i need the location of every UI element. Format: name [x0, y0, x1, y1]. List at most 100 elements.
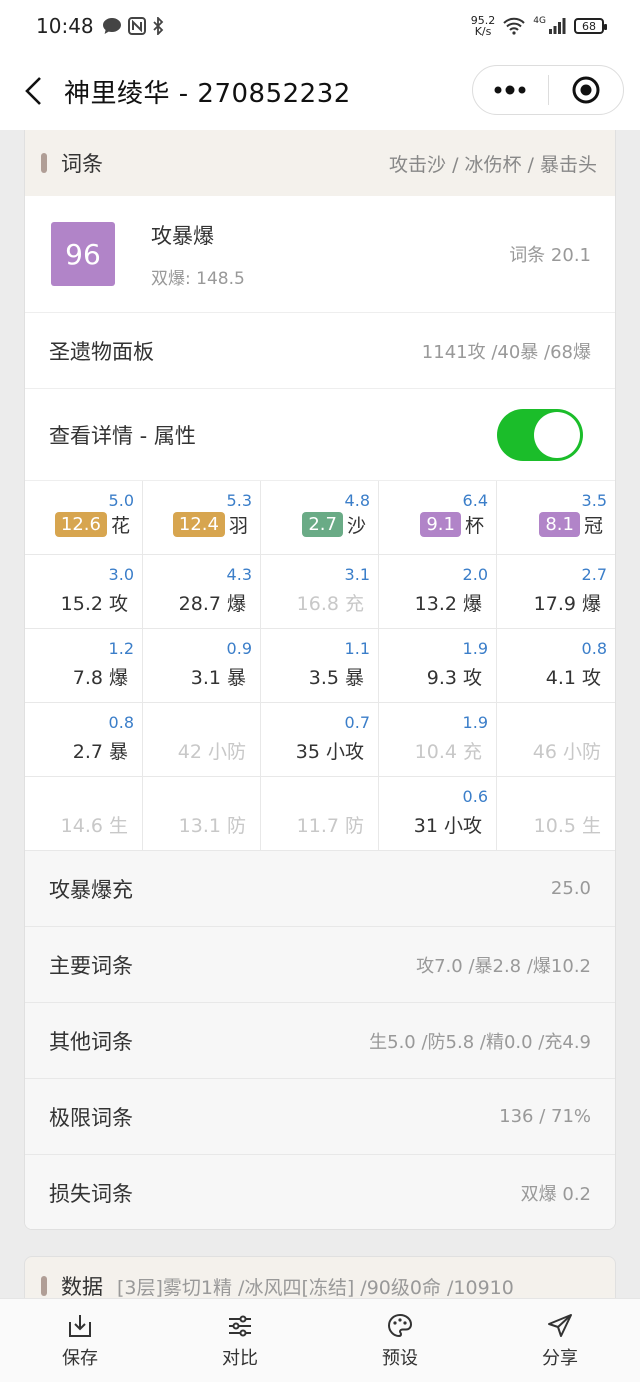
substat-value: 42 小防: [177, 741, 246, 763]
detail-toggle[interactable]: [497, 408, 583, 461]
artifact-piece-cell: 4.8 2.7 沙: [261, 481, 379, 555]
send-icon: [548, 1313, 572, 1337]
tab-label: 保存: [62, 1347, 98, 1369]
substat-cell: 2.7 17.9 爆: [497, 555, 615, 629]
substat-score: 0.9: [226, 639, 252, 658]
stat-value: 25.0: [550, 878, 591, 899]
substat-score: 1.9: [462, 639, 488, 658]
piece-label: 羽: [228, 515, 248, 537]
wifi-icon: [503, 17, 526, 35]
score-badge: 96: [51, 222, 115, 286]
piece-score-chip: 9.1: [420, 512, 461, 537]
piece-value: 2.7 沙: [302, 511, 366, 538]
substat-score: 0.8: [581, 639, 607, 658]
section-accent-bar: [41, 1276, 47, 1296]
chevron-left-icon: [25, 77, 41, 105]
substat-cell: 1.2 7.8 爆: [25, 629, 143, 703]
close-miniapp-button[interactable]: [549, 75, 624, 105]
substat-value: 15.2 攻: [60, 593, 128, 615]
substat-cell: 3.1 16.8 充: [261, 555, 379, 629]
substat-score: 1.9: [462, 713, 488, 732]
substat-cell: 42 小防: [143, 703, 261, 777]
substat-score: 3.1: [344, 565, 370, 584]
tab-save[interactable]: 保存: [0, 1299, 160, 1382]
substat-value: 13.2 爆: [414, 593, 482, 615]
substat-cell: 3.0 15.2 攻: [25, 555, 143, 629]
substat-cell: 14.6 生: [25, 777, 143, 851]
back-button[interactable]: [4, 52, 64, 130]
substat-score: 3.0: [108, 565, 134, 584]
substat-value: 2.7 暴: [72, 741, 128, 763]
score-name: 攻暴爆: [151, 223, 214, 248]
substat-score: 6.4: [462, 491, 488, 510]
status-time: 10:48: [36, 14, 94, 38]
piece-label: 沙: [346, 515, 366, 537]
battery-icon: 68: [574, 18, 607, 34]
panel-value: 1141攻 /40暴 /68爆: [421, 341, 591, 363]
substat-value: 14.6 生: [60, 815, 128, 837]
section-title: 词条: [61, 152, 103, 176]
substat-cell: 10.5 生: [497, 777, 615, 851]
stat-label: 主要词条: [49, 953, 133, 978]
substat-value: 9.3 攻: [426, 667, 482, 689]
tab-share[interactable]: 分享: [480, 1299, 640, 1382]
substat-score: 0.6: [462, 787, 488, 806]
substat-cell: 13.1 防: [143, 777, 261, 851]
score-sub: 双爆: 148.5: [151, 268, 245, 289]
substat-value: 10.5 生: [533, 815, 601, 837]
stat-value: 生5.0 /防5.8 /精0.0 /充4.9: [369, 1031, 591, 1053]
substat-value: 4.1 攻: [545, 667, 601, 689]
piece-value: 12.6 花: [54, 511, 130, 538]
substat-cell: 1.9 9.3 攻: [379, 629, 497, 703]
substat-cell: 0.8 2.7 暴: [25, 703, 143, 777]
substat-cell: 0.7 35 小攻: [261, 703, 379, 777]
stat-value: 136 / 71%: [499, 1106, 591, 1127]
substat-score: 0.8: [108, 713, 134, 732]
chat-bubble-icon: [102, 18, 121, 34]
status-bar: 10:48 95.2 K/s 4G 68: [0, 0, 640, 52]
piece-score-chip: 12.4: [172, 512, 225, 537]
substat-grid: 5.0 12.6 花 5.3 12.4 羽 4.8 2.7 沙 6.4 9.1 杯 3.5 8.1 冠 3.0…: [25, 481, 615, 851]
substat-value: 10.4 充: [414, 741, 482, 763]
more-dots-icon: [494, 85, 526, 95]
download-icon: [69, 1314, 91, 1337]
artifact-piece-cell: 5.3 12.4 羽: [143, 481, 261, 555]
substat-cell: 46 小防: [497, 703, 615, 777]
substat-score: 5.3: [226, 491, 252, 510]
stat-row: 极限词条 136 / 71%: [25, 1079, 615, 1155]
stat-row: 主要词条 攻7.0 /暴2.8 /爆10.2: [25, 927, 615, 1003]
piece-score-chip: 2.7: [302, 512, 343, 537]
net-speed: 95.2 K/s: [470, 14, 496, 38]
substat-cell: 0.8 4.1 攻: [497, 629, 615, 703]
page-title: 神里绫华 - 270852232: [64, 78, 351, 109]
substat-score: 1.2: [108, 639, 134, 658]
substat-value: 35 小攻: [295, 741, 364, 763]
stat-label: 损失词条: [49, 1181, 133, 1206]
bluetooth-icon: [153, 17, 163, 35]
detail-row: 查看详情 - 属性: [25, 389, 615, 481]
tab-preset[interactable]: 预设: [320, 1299, 480, 1382]
section-header: 词条 攻击沙 / 冰伤杯 / 暴击头: [25, 130, 615, 196]
miniapp-capsule: [472, 65, 624, 115]
substat-value: 7.8 爆: [72, 667, 128, 689]
signal-type: 4G: [533, 16, 546, 26]
substat-score: 2.7: [581, 565, 607, 584]
tab-label: 对比: [222, 1347, 258, 1369]
stat-row: 其他词条 生5.0 /防5.8 /精0.0 /充4.9: [25, 1003, 615, 1079]
piece-value: 8.1 冠: [539, 511, 603, 538]
stat-label: 攻暴爆充: [49, 877, 133, 902]
piece-value: 9.1 杯: [420, 511, 484, 538]
substat-cell: 0.9 3.1 暴: [143, 629, 261, 703]
tab-compare[interactable]: 对比: [160, 1299, 320, 1382]
more-button[interactable]: [473, 85, 548, 95]
piece-score-chip: 8.1: [539, 512, 580, 537]
score-total: 词条 20.1: [509, 245, 591, 266]
artifact-piece-cell: 5.0 12.6 花: [25, 481, 143, 555]
substat-value: 17.9 爆: [533, 593, 601, 615]
substat-score: 4.8: [344, 491, 370, 510]
substat-score: 4.3: [226, 565, 252, 584]
substat-value: 13.1 防: [178, 815, 246, 837]
detail-label: 查看详情 - 属性: [49, 423, 196, 448]
tab-label: 预设: [382, 1347, 418, 1369]
data-section-desc: [3层]雾切1精 /冰风四[冻结] /90级0命 /10910: [117, 1276, 514, 1299]
